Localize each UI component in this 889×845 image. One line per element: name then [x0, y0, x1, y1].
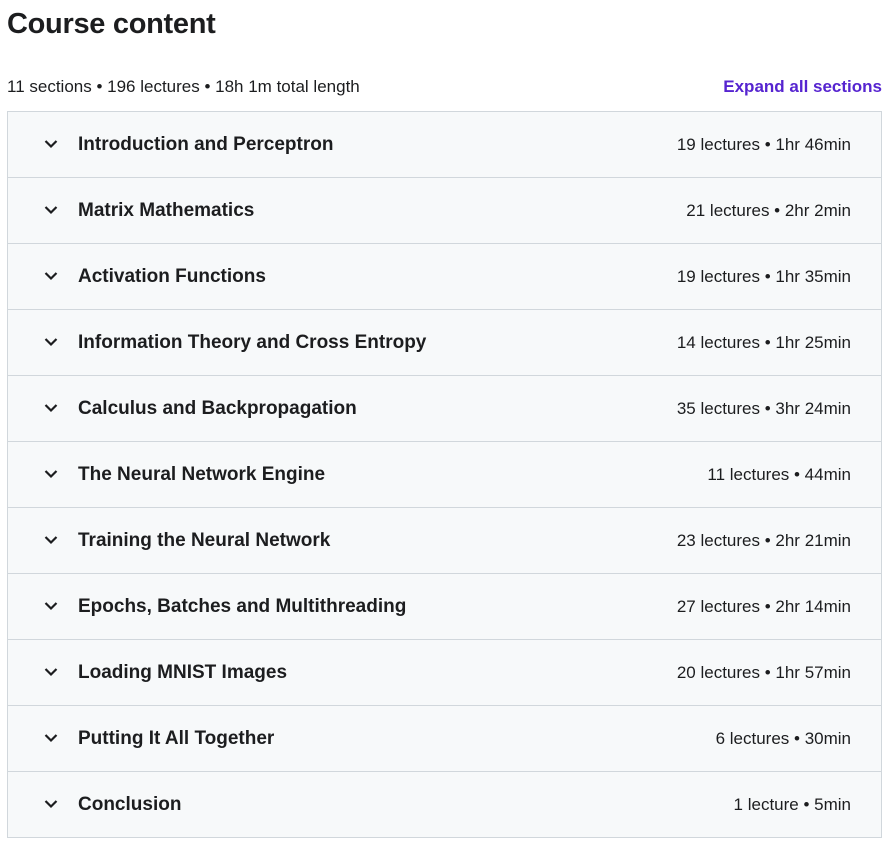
chevron-down-icon[interactable] — [43, 401, 59, 415]
course-summary-row: 11 sections • 196 lectures • 18h 1m tota… — [7, 74, 882, 100]
chevron-down-icon[interactable] — [43, 335, 59, 349]
section-title: Information Theory and Cross Entropy — [78, 331, 427, 353]
chevron-down-icon[interactable] — [43, 665, 59, 679]
course-section[interactable]: The Neural Network Engine 11 lectures • 4… — [8, 442, 881, 508]
course-section[interactable]: Calculus and Backpropagation 35 lectures … — [8, 376, 881, 442]
chevron-down-icon[interactable] — [43, 137, 59, 151]
chevron-down-icon[interactable] — [43, 731, 59, 745]
section-meta: 21 lectures • 2hr 2min — [686, 200, 851, 220]
chevron-down-icon[interactable] — [43, 269, 59, 283]
chevron-down-icon[interactable] — [43, 203, 59, 217]
section-title: Training the Neural Network — [78, 529, 331, 551]
section-title: Matrix Mathematics — [78, 199, 255, 221]
page-title: Course content — [7, 8, 216, 40]
section-title: Putting It All Together — [78, 727, 275, 749]
section-meta: 11 lectures • 44min — [707, 464, 851, 484]
section-meta: 35 lectures • 3hr 24min — [676, 398, 851, 418]
chevron-down-icon[interactable] — [43, 467, 59, 481]
course-section[interactable]: Information Theory and Cross Entropy 14 l… — [8, 310, 881, 376]
course-section[interactable]: Matrix Mathematics 21 lectures • 2hr 2min — [8, 178, 881, 244]
section-list: Introduction and Perceptron 19 lectures •… — [7, 111, 882, 838]
course-section[interactable]: Introduction and Perceptron 19 lectures •… — [8, 112, 881, 178]
section-title: Loading MNIST Images — [78, 661, 288, 683]
section-title: Introduction and Perceptron — [78, 133, 334, 155]
chevron-down-icon[interactable] — [43, 533, 59, 547]
expand-all-sections-button[interactable]: Expand all sections — [723, 77, 882, 97]
chevron-down-icon[interactable] — [43, 599, 59, 613]
course-section[interactable]: Training the Neural Network 23 lectures •… — [8, 508, 881, 574]
section-title: The Neural Network Engine — [78, 463, 326, 485]
course-summary: 11 sections • 196 lectures • 18h 1m tota… — [7, 77, 360, 96]
section-meta: 23 lectures • 2hr 21min — [676, 530, 851, 550]
section-meta: 6 lectures • 30min — [715, 728, 851, 748]
section-title: Activation Functions — [78, 265, 266, 287]
course-section[interactable]: Conclusion 1 lecture • 5min — [8, 772, 881, 838]
course-section[interactable]: Loading MNIST Images 20 lectures • 1hr 57… — [8, 640, 881, 706]
section-meta: 1 lecture • 5min — [733, 794, 851, 814]
course-content-panel: Course content 11 sections • 196 lecture… — [0, 0, 889, 845]
section-meta: 27 lectures • 2hr 14min — [676, 596, 851, 616]
section-meta: 20 lectures • 1hr 57min — [676, 662, 851, 682]
chevron-down-icon[interactable] — [43, 797, 59, 811]
section-meta: 19 lectures • 1hr 35min — [676, 266, 851, 286]
course-section[interactable]: Putting It All Together 6 lectures • 30mi… — [8, 706, 881, 772]
section-meta: 14 lectures • 1hr 25min — [676, 332, 851, 352]
section-title: Conclusion — [78, 793, 182, 815]
course-section[interactable]: Epochs, Batches and Multithreading 27 lec… — [8, 574, 881, 640]
section-title: Calculus and Backpropagation — [78, 397, 357, 419]
course-section[interactable]: Activation Functions 19 lectures • 1hr 35… — [8, 244, 881, 310]
section-title: Epochs, Batches and Multithreading — [78, 595, 407, 617]
section-meta: 19 lectures • 1hr 46min — [676, 134, 851, 154]
